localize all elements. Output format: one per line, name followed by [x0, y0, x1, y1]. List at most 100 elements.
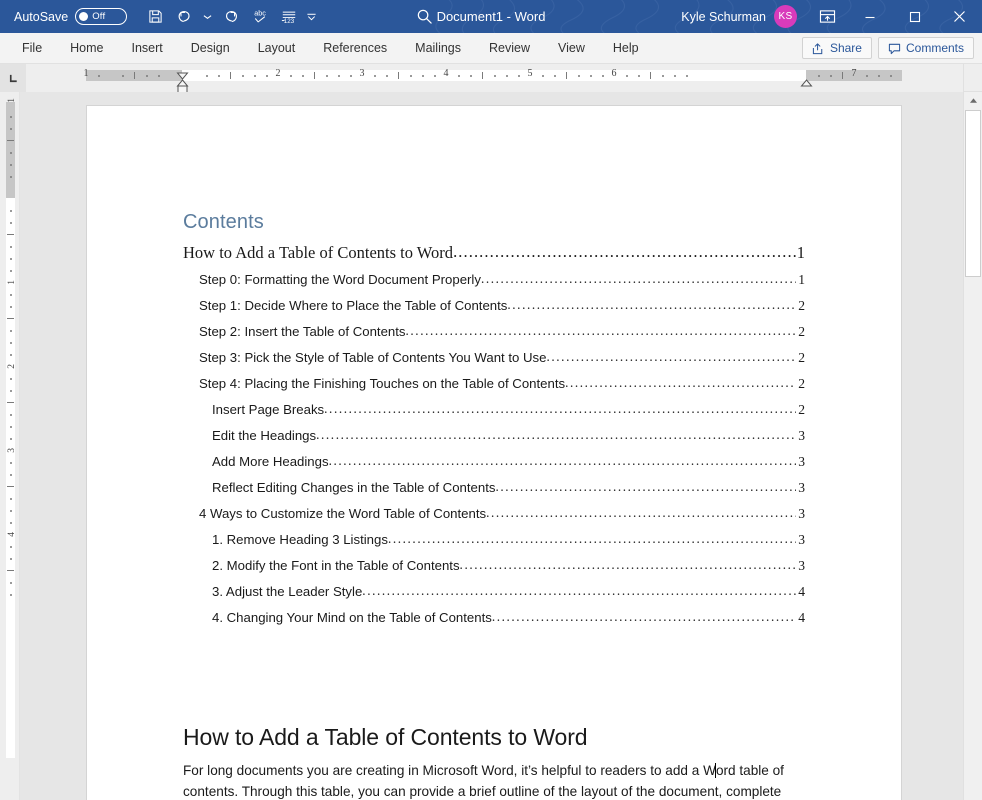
scroll-up-button[interactable] — [964, 92, 982, 109]
toc-leader-dots: ........................................… — [406, 318, 797, 344]
horizontal-ruler: 1 2 3 4 5 6 7 — [0, 64, 982, 92]
close-button[interactable] — [937, 0, 982, 33]
toc-page-number: 3 — [796, 475, 805, 501]
page-content: Contents How to Add a Table of Contents … — [183, 106, 805, 800]
right-indent-marker[interactable] — [800, 74, 813, 92]
toc-entry[interactable]: Step 0: Formatting the Word Document Pro… — [183, 267, 805, 293]
toc-leader-dots: ........................................… — [546, 344, 796, 370]
numbering-icon[interactable]: 123 — [274, 4, 303, 30]
comment-icon — [888, 42, 901, 55]
document-title: Document1 - Word — [437, 9, 546, 24]
toc-entry[interactable]: Step 4: Placing the Finishing Touches on… — [183, 371, 805, 397]
ruler-number: 6 — [612, 68, 617, 79]
toc-entry-text: Step 2: Insert the Table of Contents — [199, 319, 406, 345]
toc-page-number: 2 — [796, 345, 805, 371]
share-label: Share — [830, 41, 862, 55]
toc-leader-dots: ........................................… — [486, 500, 796, 526]
ruler-number: 5 — [528, 68, 533, 79]
toc-entry[interactable]: Add More Headings.......................… — [183, 449, 805, 475]
toc-page-number: 3 — [796, 423, 805, 449]
toc-leader-dots: ........................................… — [362, 578, 796, 604]
ribbon-display-options-icon[interactable] — [807, 0, 847, 33]
toc-heading: Contents — [183, 211, 805, 234]
minimize-button[interactable] — [847, 0, 892, 33]
toc-entry-text: 4. Changing Your Mind on the Table of Co… — [212, 605, 492, 631]
toc-page-number: 3 — [796, 501, 805, 527]
toc-entry-text: How to Add a Table of Contents to Word — [183, 239, 453, 267]
vruler-number: 3 — [7, 448, 17, 453]
vruler-number: 1 — [7, 280, 17, 285]
toc-entry-text: Step 4: Placing the Finishing Touches on… — [199, 371, 565, 397]
share-icon — [812, 42, 825, 55]
scrollbar-thumb[interactable] — [965, 110, 981, 277]
toc-entry-text: Step 0: Formatting the Word Document Pro… — [199, 267, 481, 293]
toc-entry-text: 2. Modify the Font in the Table of Conte… — [212, 553, 460, 579]
tab-layout[interactable]: Layout — [244, 35, 310, 62]
document-workspace: 1 1 2 3 4 Contents How to Ad — [0, 92, 982, 800]
ruler-number: 2 — [276, 68, 281, 79]
body-heading: How to Add a Table of Contents to Word — [183, 724, 805, 751]
toc-page-number: 1 — [796, 267, 805, 293]
toc-entry[interactable]: 4 Ways to Customize the Word Table of Co… — [183, 501, 805, 527]
toc-entry[interactable]: 2. Modify the Font in the Table of Conte… — [183, 553, 805, 579]
tab-file[interactable]: File — [8, 35, 56, 62]
document-page[interactable]: Contents How to Add a Table of Contents … — [86, 105, 902, 800]
toc-entry[interactable]: Step 2: Insert the Table of Contents....… — [183, 319, 805, 345]
vertical-scrollbar[interactable] — [963, 92, 982, 800]
save-icon[interactable] — [141, 4, 170, 30]
ruler-number: 7 — [852, 68, 857, 79]
toc-entry-text: 4 Ways to Customize the Word Table of Co… — [199, 501, 486, 527]
toc-leader-dots: ........................................… — [324, 396, 796, 422]
toc-entry[interactable]: Step 3: Pick the Style of Table of Conte… — [183, 345, 805, 371]
tab-design[interactable]: Design — [177, 35, 244, 62]
vertical-ruler[interactable]: 1 1 2 3 4 — [0, 92, 20, 800]
toc-leader-dots: ........................................… — [453, 238, 796, 266]
avatar[interactable]: KS — [774, 5, 797, 28]
toc-leader-dots: ........................................… — [495, 474, 796, 500]
tab-mailings[interactable]: Mailings — [401, 35, 475, 62]
tab-view[interactable]: View — [544, 35, 599, 62]
ruler-scale[interactable]: 1 2 3 4 5 6 7 — [26, 64, 963, 92]
tab-stop-left-icon — [8, 73, 19, 84]
undo-dropdown-icon[interactable] — [199, 4, 216, 30]
toc-page-number: 2 — [796, 319, 805, 345]
toc-entry-text: Step 3: Pick the Style of Table of Conte… — [199, 345, 546, 371]
redo-icon[interactable] — [216, 4, 245, 30]
undo-icon[interactable] — [170, 4, 199, 30]
toc-entry[interactable]: Reflect Editing Changes in the Table of … — [183, 475, 805, 501]
toc-page-number: 2 — [796, 397, 805, 423]
tab-insert[interactable]: Insert — [118, 35, 177, 62]
account-area[interactable]: Kyle Schurman KS — [681, 5, 797, 28]
toc-entry[interactable]: How to Add a Table of Contents to Word..… — [183, 239, 805, 267]
toc-entry[interactable]: 1. Remove Heading 3 Listings............… — [183, 527, 805, 553]
search-icon[interactable] — [407, 0, 441, 33]
maximize-button[interactable] — [892, 0, 937, 33]
tab-home[interactable]: Home — [56, 35, 117, 62]
share-button[interactable]: Share — [802, 37, 872, 59]
toc-entry[interactable]: Insert Page Breaks......................… — [183, 397, 805, 423]
toc-leader-dots: ........................................… — [316, 422, 796, 448]
toc-page-number: 3 — [796, 449, 805, 475]
comments-button[interactable]: Comments — [878, 37, 974, 59]
autosave-toggle[interactable]: Off — [75, 8, 127, 25]
toc-entry[interactable]: 3. Adjust the Leader Style..............… — [183, 579, 805, 605]
toc-leader-dots: ........................................… — [492, 604, 796, 630]
customize-qat-icon[interactable] — [303, 4, 320, 30]
tab-help[interactable]: Help — [599, 35, 653, 62]
autosave-knob — [79, 12, 88, 21]
toc-entry[interactable]: Edit the Headings.......................… — [183, 423, 805, 449]
page-canvas[interactable]: Contents How to Add a Table of Contents … — [20, 92, 982, 800]
comments-label: Comments — [906, 41, 964, 55]
toc-entry[interactable]: 4. Changing Your Mind on the Table of Co… — [183, 605, 805, 631]
toc-entry[interactable]: Step 1: Decide Where to Place the Table … — [183, 293, 805, 319]
tab-review[interactable]: Review — [475, 35, 544, 62]
tab-references[interactable]: References — [309, 35, 401, 62]
svg-text:abc: abc — [254, 9, 266, 18]
autosave-label: AutoSave — [14, 10, 68, 24]
autosave-state-label: Off — [92, 11, 105, 22]
tab-stop-selector[interactable] — [0, 64, 26, 92]
vruler-number: 1 — [7, 98, 17, 103]
toc-entry-text: Edit the Headings — [212, 423, 316, 449]
body-paragraph[interactable]: For long documents you are creating in M… — [183, 760, 805, 800]
spelling-icon[interactable]: abc — [245, 4, 274, 30]
